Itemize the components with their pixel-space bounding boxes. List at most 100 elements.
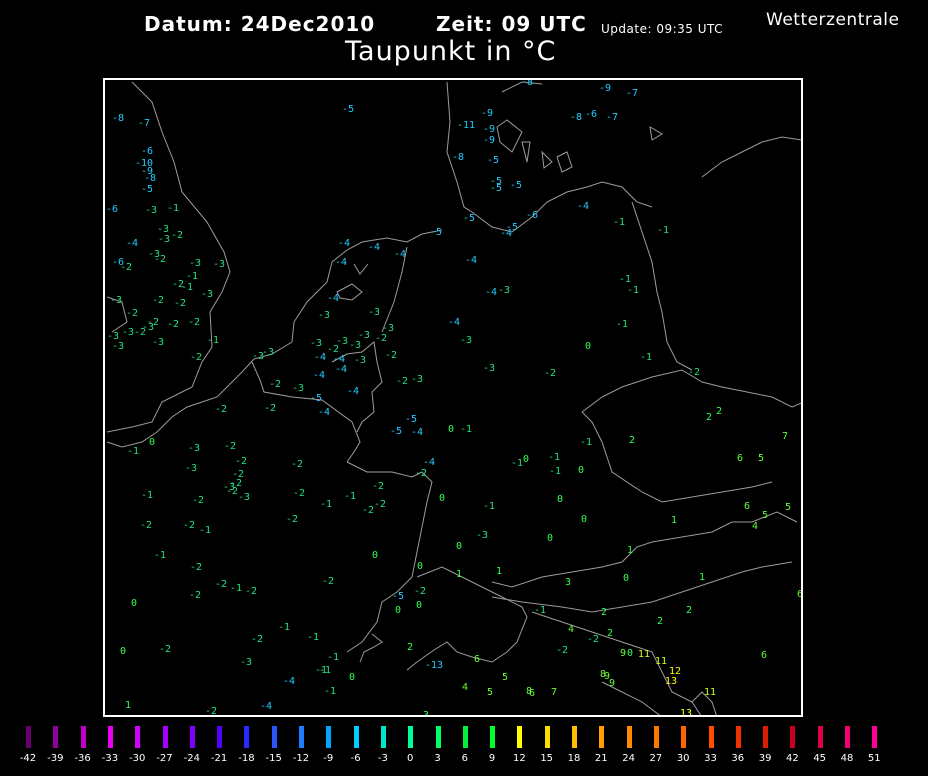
station-value: -9 — [483, 135, 495, 146]
station-value: -5 — [487, 155, 499, 166]
legend-swatch — [326, 726, 332, 748]
station-value: 0 — [131, 598, 137, 609]
station-value: -4 — [394, 249, 406, 260]
station-value: -1 — [167, 203, 179, 214]
station-value: -4 — [313, 370, 325, 381]
dewpoint-map[interactable]: -5-8 -7 -11-9-9-9-8-9 -7-8 -6 -7-6-10-9-8-5-8… — [105, 80, 803, 717]
legend-tick-label: 9 — [488, 753, 496, 764]
station-value: 2 — [607, 628, 613, 639]
station-value: 0 — [585, 341, 591, 352]
station-value: -11 — [457, 120, 475, 131]
legend-swatch — [544, 726, 550, 748]
legend-swatch — [53, 726, 59, 748]
legend-swatch — [107, 726, 113, 748]
station-value: -6 — [585, 109, 597, 120]
station-value: -5 — [510, 180, 522, 191]
station-value: -1 — [460, 424, 472, 435]
legend-swatch — [189, 726, 195, 748]
station-value: 0 — [439, 493, 445, 504]
legend-swatch — [681, 726, 687, 748]
station-value: 2 — [601, 607, 607, 618]
station-value: -1 — [307, 632, 319, 643]
legend-swatch — [462, 726, 468, 748]
station-value: -2 — [167, 319, 179, 330]
legend-swatch — [845, 726, 850, 748]
legend-tick-label: -6 — [350, 753, 361, 764]
station-value: 2 — [407, 642, 413, 653]
station-value: -2 — [226, 486, 238, 497]
station-value: -3 — [158, 234, 170, 245]
station-value: 6 — [744, 501, 750, 512]
time-label: Zeit: 09 UTC — [436, 12, 587, 36]
station-value: -6 — [106, 204, 118, 215]
station-value: 4 — [752, 521, 758, 532]
station-value: -2 — [215, 404, 227, 415]
station-value: 4 — [462, 682, 468, 693]
station-value: 2 — [629, 435, 635, 446]
legend-swatch — [162, 726, 168, 748]
station-value: -3 — [238, 492, 250, 503]
station-value: -4 — [577, 201, 589, 212]
station-value: 6 — [802, 546, 803, 557]
legend-swatch — [653, 726, 659, 748]
station-value: -3 — [498, 285, 510, 296]
legend-tick-label: 12 — [513, 753, 526, 764]
station-value: 1 — [699, 572, 705, 583]
legend-swatch — [408, 726, 414, 748]
station-value: -2 — [190, 352, 202, 363]
color-legend: -42 -39 -36 -33 -30 -27 -24 -21 -18 -15 -12 -9 -6 -3 0… — [0, 726, 928, 776]
station-value: -4 — [314, 352, 326, 363]
station-value: -1 — [580, 437, 592, 448]
station-value: -3 — [145, 205, 157, 216]
station-value: -4 — [448, 317, 460, 328]
map-panel[interactable]: -5 -8 -7 -11 -9 -9 -9 -8 -9 -7 -8 -6 -7 -6 -10 -9 -8 -5 -8… — [103, 78, 803, 717]
station-value: -1 — [324, 686, 336, 697]
legend-tick-label: 15 — [540, 753, 554, 764]
station-value: -2 — [205, 706, 217, 717]
station-value: -3 — [185, 463, 197, 474]
station-value: 9 — [620, 648, 626, 659]
station-value: -2 — [188, 317, 200, 328]
station-value: -2 — [688, 367, 700, 378]
station-value: -7 — [626, 88, 638, 99]
legend-swatch — [517, 726, 523, 748]
legend-tick-label: 18 — [567, 753, 581, 764]
coastlines-borders — [106, 81, 801, 715]
legend-tick-label: 36 — [731, 753, 745, 764]
station-value: -5 — [392, 591, 404, 602]
station-value: -4 — [485, 287, 497, 298]
station-value: -1 — [154, 550, 166, 561]
station-value: -5 — [430, 227, 442, 238]
station-value: -3 — [201, 289, 213, 300]
station-value: -1 — [619, 274, 631, 285]
station-value: -3 — [310, 338, 322, 349]
station-value: -3 — [122, 327, 134, 338]
station-value: -2 — [134, 327, 146, 338]
legend-swatch — [299, 726, 304, 748]
station-value: -6 — [141, 146, 153, 157]
station-value: -2 — [224, 441, 236, 452]
station-value: -2 — [140, 520, 152, 531]
legend-tick-label: -3 — [377, 753, 388, 764]
station-value: 5 — [487, 687, 493, 698]
station-value: -1 — [534, 605, 546, 616]
legend-tick-label: 24 — [622, 753, 635, 764]
station-value: -2 — [414, 586, 426, 597]
station-value: -2 — [245, 586, 257, 597]
legend-tick-label: -27 — [156, 753, 173, 764]
station-value: -2 — [152, 295, 164, 306]
station-value: -3 — [483, 363, 495, 374]
legend-swatch — [626, 726, 632, 748]
legend-swatch — [380, 726, 386, 748]
station-value: -1 — [181, 282, 193, 293]
station-value: -9 — [481, 108, 493, 119]
station-value: 0 — [448, 424, 454, 435]
legend-swatch — [872, 726, 878, 748]
station-value: 2 — [657, 616, 663, 627]
legend-tick-label: 21 — [594, 753, 608, 764]
legend-swatch — [817, 726, 823, 748]
station-value: 0 — [623, 573, 629, 584]
legend-tick-label: -12 — [292, 753, 310, 764]
station-value: -7 — [606, 112, 618, 123]
station-value: -1 — [616, 319, 628, 330]
